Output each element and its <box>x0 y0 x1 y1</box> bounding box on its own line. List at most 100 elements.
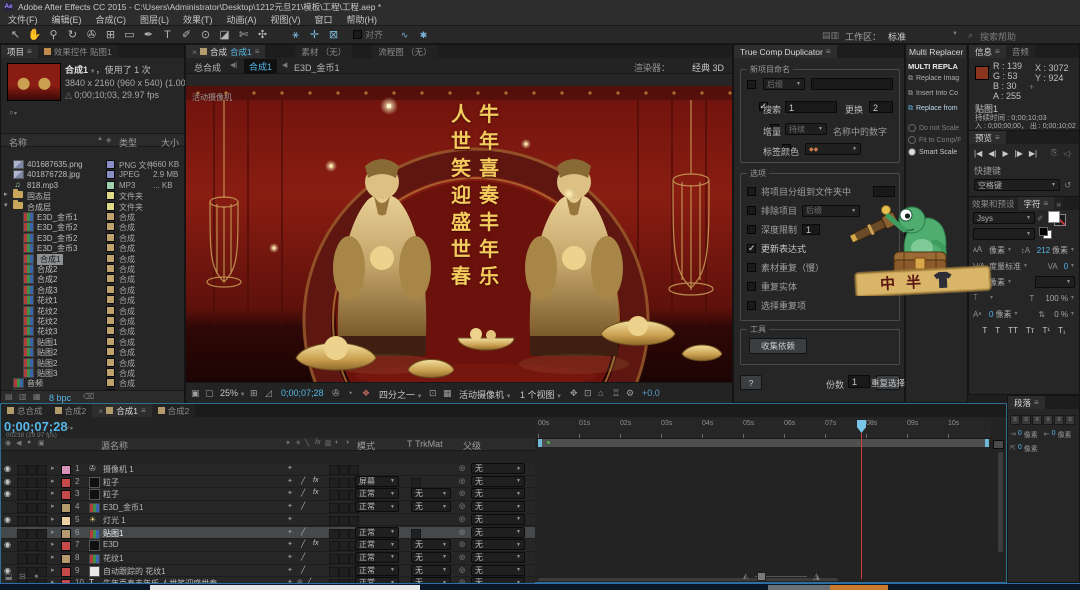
breadcrumb-child[interactable]: E3D_金币1 <box>294 61 340 74</box>
tab-preview[interactable]: 预览 ≡ <box>969 131 1006 144</box>
breadcrumb-root[interactable]: 总合成 <box>194 61 221 74</box>
graph-editor-icon[interactable]: ⊟ <box>19 572 26 581</box>
lock-toggle[interactable] <box>37 553 47 564</box>
clone-stamp-tool[interactable]: ⊙ <box>196 27 215 43</box>
project-item[interactable]: E3D_金币2 合成 <box>1 232 184 243</box>
label-color-swatch[interactable] <box>61 566 71 577</box>
label-color-swatch[interactable] <box>61 490 71 501</box>
trkmat-well[interactable] <box>411 528 421 539</box>
renderer-value[interactable]: 经典 3D <box>692 61 724 74</box>
align-button[interactable]: ≡ <box>1065 415 1075 425</box>
layer-row[interactable]: ◉ ▸ 7 E3D ✦ ╱ fx 正常 ▼ 无 ▼ ◎ 无 ▼ <box>1 539 535 552</box>
trkmat-dropdown[interactable]: 无▼ <box>411 501 451 513</box>
baseline-value[interactable]: 0 <box>989 310 993 319</box>
fill-stroke-swatches[interactable] <box>1046 211 1066 226</box>
parent-dropdown[interactable]: 无▼ <box>471 526 525 538</box>
next-frame-icon[interactable]: |▶ <box>1015 149 1023 158</box>
align-button[interactable]: ≡ <box>1021 415 1031 425</box>
tab-overflow-icon[interactable]: » <box>1054 197 1063 210</box>
menu-item[interactable]: 图层(L) <box>140 13 169 26</box>
timeline-tab[interactable]: 合成2 <box>48 404 93 417</box>
resolution-dropdown[interactable]: 四分之一 ▼ <box>379 388 423 401</box>
search-input[interactable]: 1 <box>785 101 837 113</box>
option-checkbox[interactable] <box>747 301 756 310</box>
trkmat-dropdown[interactable]: 无▼ <box>411 564 451 576</box>
tab-true-comp-duplicator[interactable]: True Comp Duplicator ≡ <box>734 45 837 58</box>
layer-row[interactable]: ◉ ▸ 3 粒子 ✦ ╱ fx 正常 ▼ 无 ▼ ◎ 无 ▼ <box>1 488 535 502</box>
project-item[interactable]: 合成2 合成 <box>1 273 184 285</box>
view-axis-mode[interactable]: ⊠ <box>324 27 343 43</box>
trkmat-dropdown[interactable]: 无▼ <box>411 488 451 500</box>
trash-icon[interactable]: ⌫ <box>83 392 94 401</box>
label-color-swatch[interactable] <box>106 201 115 211</box>
stroke-type-dropdown[interactable]: ▼ <box>1035 276 1075 288</box>
tab-multi-replacer[interactable]: Multi Replacer <box>906 45 967 58</box>
timeline-tab[interactable]: 合成2 <box>151 404 196 417</box>
tab-audio[interactable]: 音频 <box>1005 45 1035 58</box>
vertical-scrollbar[interactable] <box>998 452 1003 552</box>
expander-icon[interactable]: ▾ <box>4 201 8 209</box>
project-item[interactable]: 花纹1 合成 <box>1 294 184 306</box>
project-item[interactable]: 贴图2 合成 <box>1 346 184 358</box>
layer-row[interactable]: ◉ ▸ 1 ✇ 摄像机 1 ✦ ◎ 无 ▼ <box>1 463 535 476</box>
workspace-dropdown[interactable]: 标准 <box>888 30 906 43</box>
option-checkbox[interactable] <box>747 263 756 272</box>
mr-button[interactable]: ⧉ Insert Into Co <box>908 86 965 101</box>
fx-icon[interactable]: fx <box>313 489 318 496</box>
transfer-controls-icon[interactable]: ✦ <box>33 572 40 581</box>
tab-paragraph[interactable]: 段落 ≡ <box>1008 396 1045 409</box>
view-layout-dropdown[interactable]: 1 个视图 ▼ <box>520 388 562 401</box>
lock-toggle[interactable] <box>37 541 47 552</box>
panel-menu-icon[interactable]: ≡ <box>27 47 32 56</box>
switch-well[interactable] <box>329 566 339 577</box>
label-color-swatch[interactable] <box>106 378 115 388</box>
option-checkbox[interactable] <box>747 243 756 254</box>
reset-icon[interactable]: ↺ <box>1064 180 1072 191</box>
quality-icon[interactable]: ╱ <box>301 566 305 574</box>
suffix-dropdown[interactable]: 后缀 ▼ <box>763 78 805 90</box>
layer-name[interactable]: 自动跟踪的 花纹1 <box>103 566 166 577</box>
local-axis-mode[interactable]: ⚹ <box>286 27 305 43</box>
tab-info[interactable]: 信息 ≡ <box>969 45 1006 58</box>
taskbar-window-white[interactable] <box>150 585 420 590</box>
timeline-tab[interactable]: 总合成 <box>1 404 49 417</box>
option-checkbox[interactable] <box>747 206 756 215</box>
zoom-in-mountain-icon[interactable]: ◮ <box>813 571 820 582</box>
layer-name[interactable]: 粒子 <box>103 477 119 488</box>
hand-tool[interactable]: ✋ <box>25 27 44 43</box>
sort-icon[interactable]: ▲ <box>97 136 103 142</box>
fx-icon[interactable]: fx <box>313 477 318 484</box>
expander-icon[interactable]: ▸ <box>4 190 8 198</box>
audio-toggle[interactable] <box>17 490 27 501</box>
project-item[interactable]: 401876728.jpg JPEG 2.9 MB <box>1 169 184 180</box>
mask-feather-tool[interactable]: ∿ <box>395 27 414 43</box>
label-color-swatch[interactable] <box>106 232 115 242</box>
audio-toggle[interactable] <box>17 541 27 552</box>
zoom-out-mountain-icon[interactable]: ◭ <box>743 572 748 580</box>
brush-tool[interactable]: ✐ <box>177 27 196 43</box>
new-folder-icon[interactable]: ▥ <box>19 392 27 401</box>
option-input[interactable]: 1 <box>802 224 821 235</box>
pixel-aspect-icon[interactable]: ✥ <box>570 388 578 399</box>
audio-toggle[interactable] <box>17 515 27 526</box>
play-icon[interactable]: ▶ <box>1002 149 1008 158</box>
fast-preview-icon[interactable]: ⊡ <box>584 388 592 399</box>
panel-menu-icon[interactable]: ≡ <box>995 47 1000 56</box>
menu-item[interactable]: 合成(C) <box>96 13 127 26</box>
expander-icon[interactable]: ▸ <box>51 502 55 510</box>
switch-well[interactable] <box>349 465 359 475</box>
world-axis-mode[interactable]: ✛ <box>305 27 324 43</box>
label-color-swatch[interactable] <box>106 284 115 294</box>
switch-well[interactable] <box>329 528 339 539</box>
lock-toggle[interactable] <box>37 515 47 526</box>
menu-item[interactable]: 编辑(E) <box>52 13 82 26</box>
column-name[interactable]: 名称 <box>9 136 27 149</box>
windows-taskbar[interactable] <box>0 583 1080 590</box>
pickwhip-icon[interactable]: ◎ <box>459 464 465 472</box>
suffix-checkbox[interactable] <box>747 80 756 89</box>
work-area-start-handle[interactable] <box>538 439 542 447</box>
visibility-toggle-icon[interactable]: ◉ <box>4 515 11 524</box>
tab-project[interactable]: 项目 ≡ <box>1 45 38 58</box>
pickwhip-icon[interactable]: ◎ <box>459 540 465 548</box>
label-color-swatch[interactable] <box>106 243 115 253</box>
